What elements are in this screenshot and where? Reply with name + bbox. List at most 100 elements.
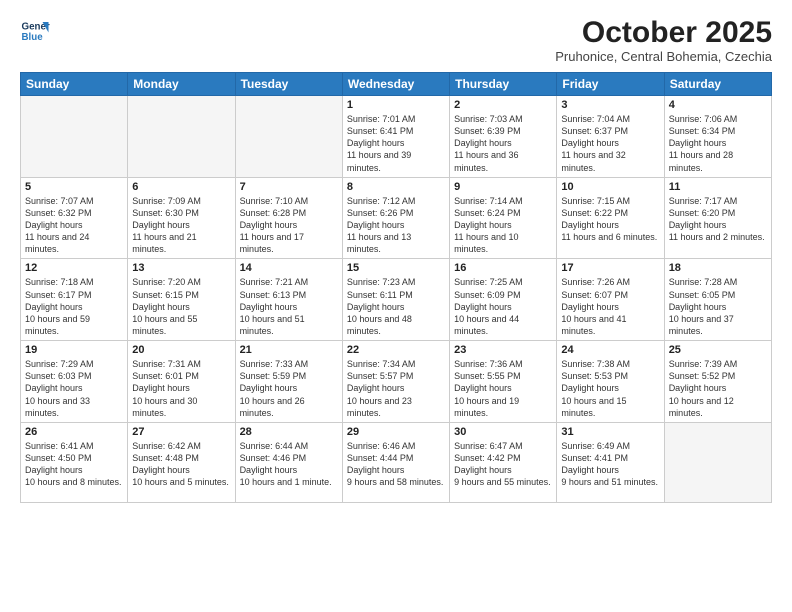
month-title: October 2025 — [555, 16, 772, 49]
cell-text: Sunrise: 7:26 AMSunset: 6:07 PMDaylight … — [561, 276, 659, 337]
cell-text: Sunrise: 7:29 AMSunset: 6:03 PMDaylight … — [25, 358, 123, 419]
day-number: 14 — [240, 262, 338, 274]
weekday-header-thursday: Thursday — [450, 73, 557, 96]
calendar-cell — [235, 96, 342, 178]
day-number: 16 — [454, 262, 552, 274]
cell-text: Sunrise: 7:14 AMSunset: 6:24 PMDaylight … — [454, 195, 552, 256]
calendar-table: SundayMondayTuesdayWednesdayThursdayFrid… — [20, 72, 772, 503]
day-number: 20 — [132, 344, 230, 356]
day-number: 18 — [669, 262, 767, 274]
calendar-cell: 10 Sunrise: 7:15 AMSunset: 6:22 PMDayligh… — [557, 177, 664, 259]
cell-text: Sunrise: 7:38 AMSunset: 5:53 PMDaylight … — [561, 358, 659, 419]
day-number: 31 — [561, 426, 659, 438]
calendar-cell: 26Sunrise: 6:41 AMSunset: 4:50 PMDayligh… — [21, 422, 128, 502]
logo: General Blue — [20, 16, 50, 46]
day-number: 17 — [561, 262, 659, 274]
day-number: 12 — [25, 262, 123, 274]
weekday-header-sunday: Sunday — [21, 73, 128, 96]
cell-text: Sunrise: 7:31 AMSunset: 6:01 PMDaylight … — [132, 358, 230, 419]
cell-text: Sunrise: 6:44 AMSunset: 4:46 PMDaylight … — [240, 440, 338, 489]
cell-text: Sunrise: 7:23 AMSunset: 6:11 PMDaylight … — [347, 276, 445, 337]
day-number: 13 — [132, 262, 230, 274]
calendar-cell: 12 Sunrise: 7:18 AMSunset: 6:17 PMDayligh… — [21, 259, 128, 341]
day-number: 15 — [347, 262, 445, 274]
calendar-cell: 6 Sunrise: 7:09 AMSunset: 6:30 PMDaylight… — [128, 177, 235, 259]
day-number: 3 — [561, 99, 659, 111]
cell-text: Sunrise: 7:39 AMSunset: 5:52 PMDaylight … — [669, 358, 767, 419]
day-number: 30 — [454, 426, 552, 438]
calendar-cell: 13 Sunrise: 7:20 AMSunset: 6:15 PMDayligh… — [128, 259, 235, 341]
cell-text: Sunrise: 7:15 AMSunset: 6:22 PMDaylight … — [561, 195, 659, 244]
cell-text: Sunrise: 7:20 AMSunset: 6:15 PMDaylight … — [132, 276, 230, 337]
calendar-cell: 5 Sunrise: 7:07 AMSunset: 6:32 PMDaylight… — [21, 177, 128, 259]
cell-text: Sunrise: 7:36 AMSunset: 5:55 PMDaylight … — [454, 358, 552, 419]
day-number: 1 — [347, 99, 445, 111]
day-number: 24 — [561, 344, 659, 356]
calendar-cell: 2Sunrise: 7:03 AMSunset: 6:39 PMDaylight… — [450, 96, 557, 178]
calendar-cell: 21Sunrise: 7:33 AMSunset: 5:59 PMDayligh… — [235, 341, 342, 423]
calendar-cell: 30 Sunrise: 6:47 AMSunset: 4:42 PMDayligh… — [450, 422, 557, 502]
day-number: 27 — [132, 426, 230, 438]
cell-text: Sunrise: 7:09 AMSunset: 6:30 PMDaylight … — [132, 195, 230, 256]
calendar-cell: 9 Sunrise: 7:14 AMSunset: 6:24 PMDaylight… — [450, 177, 557, 259]
calendar-cell: 19 Sunrise: 7:29 AMSunset: 6:03 PMDayligh… — [21, 341, 128, 423]
calendar-cell — [21, 96, 128, 178]
calendar-cell: 23 Sunrise: 7:36 AMSunset: 5:55 PMDayligh… — [450, 341, 557, 423]
cell-text: Sunrise: 7:01 AMSunset: 6:41 PMDaylight … — [347, 113, 445, 174]
day-number: 8 — [347, 181, 445, 193]
weekday-header-wednesday: Wednesday — [342, 73, 449, 96]
calendar-cell: 15 Sunrise: 7:23 AMSunset: 6:11 PMDayligh… — [342, 259, 449, 341]
cell-text: Sunrise: 7:03 AMSunset: 6:39 PMDaylight … — [454, 113, 552, 174]
calendar-cell: 28 Sunrise: 6:44 AMSunset: 4:46 PMDayligh… — [235, 422, 342, 502]
day-number: 26 — [25, 426, 123, 438]
cell-text: Sunrise: 7:10 AMSunset: 6:28 PMDaylight … — [240, 195, 338, 256]
weekday-header-tuesday: Tuesday — [235, 73, 342, 96]
day-number: 10 — [561, 181, 659, 193]
day-number: 6 — [132, 181, 230, 193]
calendar-cell: 22Sunrise: 7:34 AMSunset: 5:57 PMDayligh… — [342, 341, 449, 423]
cell-text: Sunrise: 6:46 AMSunset: 4:44 PMDaylight … — [347, 440, 445, 489]
calendar-cell: 1 Sunrise: 7:01 AMSunset: 6:41 PMDaylight… — [342, 96, 449, 178]
calendar-cell: 17 Sunrise: 7:26 AMSunset: 6:07 PMDayligh… — [557, 259, 664, 341]
cell-text: Sunrise: 6:47 AMSunset: 4:42 PMDaylight … — [454, 440, 552, 489]
calendar-cell: 27 Sunrise: 6:42 AMSunset: 4:48 PMDayligh… — [128, 422, 235, 502]
calendar-cell: 7 Sunrise: 7:10 AMSunset: 6:28 PMDaylight… — [235, 177, 342, 259]
weekday-header-monday: Monday — [128, 73, 235, 96]
location: Pruhonice, Central Bohemia, Czechia — [555, 49, 772, 64]
cell-text: Sunrise: 7:21 AMSunset: 6:13 PMDaylight … — [240, 276, 338, 337]
logo-icon: General Blue — [20, 16, 50, 46]
cell-text: Sunrise: 6:49 AMSunset: 4:41 PMDaylight … — [561, 440, 659, 489]
title-block: October 2025 Pruhonice, Central Bohemia,… — [555, 16, 772, 64]
calendar-cell: 16 Sunrise: 7:25 AMSunset: 6:09 PMDayligh… — [450, 259, 557, 341]
day-number: 23 — [454, 344, 552, 356]
day-number: 25 — [669, 344, 767, 356]
cell-text: Sunrise: 7:04 AMSunset: 6:37 PMDaylight … — [561, 113, 659, 174]
cell-text: Sunrise: 7:34 AMSunset: 5:57 PMDaylight … — [347, 358, 445, 419]
calendar-cell: 4Sunrise: 7:06 AMSunset: 6:34 PMDaylight… — [664, 96, 771, 178]
day-number: 19 — [25, 344, 123, 356]
cell-text: Sunrise: 7:17 AMSunset: 6:20 PMDaylight … — [669, 195, 767, 244]
calendar-cell: 18Sunrise: 7:28 AMSunset: 6:05 PMDayligh… — [664, 259, 771, 341]
calendar-cell: 8Sunrise: 7:12 AMSunset: 6:26 PMDaylight… — [342, 177, 449, 259]
calendar-cell: 25 Sunrise: 7:39 AMSunset: 5:52 PMDayligh… — [664, 341, 771, 423]
weekday-header-saturday: Saturday — [664, 73, 771, 96]
day-number: 21 — [240, 344, 338, 356]
cell-text: Sunrise: 7:18 AMSunset: 6:17 PMDaylight … — [25, 276, 123, 337]
calendar-cell — [128, 96, 235, 178]
day-number: 28 — [240, 426, 338, 438]
day-number: 9 — [454, 181, 552, 193]
calendar-cell: 31 Sunrise: 6:49 AMSunset: 4:41 PMDayligh… — [557, 422, 664, 502]
svg-text:Blue: Blue — [22, 32, 44, 43]
calendar-cell: 14 Sunrise: 7:21 AMSunset: 6:13 PMDayligh… — [235, 259, 342, 341]
calendar-cell — [664, 422, 771, 502]
calendar-cell: 20 Sunrise: 7:31 AMSunset: 6:01 PMDayligh… — [128, 341, 235, 423]
calendar-cell: 29Sunrise: 6:46 AMSunset: 4:44 PMDayligh… — [342, 422, 449, 502]
cell-text: Sunrise: 7:06 AMSunset: 6:34 PMDaylight … — [669, 113, 767, 174]
cell-text: Sunrise: 7:25 AMSunset: 6:09 PMDaylight … — [454, 276, 552, 337]
day-number: 7 — [240, 181, 338, 193]
day-number: 5 — [25, 181, 123, 193]
day-number: 11 — [669, 181, 767, 193]
calendar-cell: 24 Sunrise: 7:38 AMSunset: 5:53 PMDayligh… — [557, 341, 664, 423]
cell-text: Sunrise: 6:42 AMSunset: 4:48 PMDaylight … — [132, 440, 230, 489]
cell-text: Sunrise: 7:07 AMSunset: 6:32 PMDaylight … — [25, 195, 123, 256]
